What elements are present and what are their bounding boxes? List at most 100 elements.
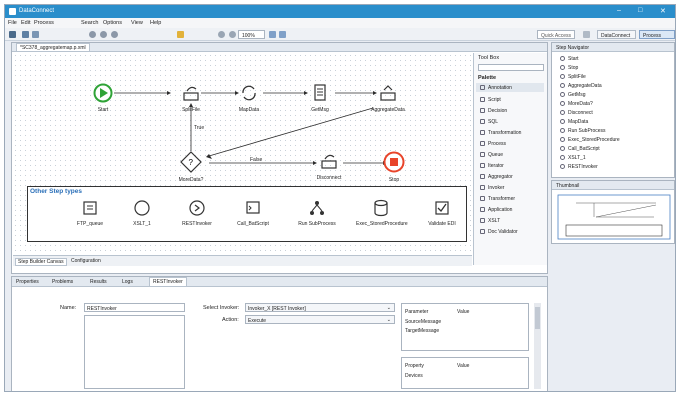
step-moredata[interactable]: ? MoreData? <box>166 151 216 183</box>
annotation-icon <box>480 85 485 90</box>
other-step-xslt[interactable]: XSLT_1 <box>117 199 167 227</box>
nav-item[interactable]: XSLT_1 <box>560 155 586 161</box>
other-step-run-subprocess[interactable]: Run SubProcess <box>292 199 342 227</box>
grid-icon[interactable] <box>269 31 276 38</box>
palette-item-annotation[interactable]: Annotation <box>480 85 512 91</box>
chevron-down-icon: ⌄ <box>386 305 391 311</box>
nav-item[interactable]: Disconnect <box>560 110 593 116</box>
other-step-validate-edi[interactable]: Validate EDI <box>417 199 467 227</box>
thumbnail-tab-bar: Thumbnail <box>552 181 674 190</box>
debug-icon[interactable] <box>100 31 107 38</box>
property-value-header: Value <box>457 363 470 369</box>
menu-edit[interactable]: Edit <box>21 20 30 26</box>
property-row[interactable]: Devices <box>405 373 423 379</box>
zoom-in-icon[interactable] <box>218 31 225 38</box>
action-select[interactable]: Execute ⌄ <box>245 315 395 324</box>
script-icon <box>246 201 260 214</box>
step-getmsg[interactable]: GetMsg <box>295 83 345 113</box>
thumbnail-preview[interactable] <box>556 193 672 241</box>
run-icon[interactable] <box>89 31 96 38</box>
perspective-icon[interactable] <box>583 31 590 38</box>
maximize-button[interactable]: □ <box>638 7 642 14</box>
menu-options[interactable]: Options <box>103 20 122 26</box>
other-step-ftp-queue[interactable]: FTP_queue <box>65 199 115 227</box>
param-row[interactable]: SourceMessage <box>405 319 441 325</box>
other-step-exec-storedprocedure[interactable]: Exec_StoredProcedure <box>356 199 408 227</box>
quick-access-field[interactable]: Quick Access <box>537 30 575 39</box>
new-icon[interactable] <box>9 31 16 38</box>
tab-results[interactable]: Results <box>90 279 107 285</box>
step-builder-canvas[interactable]: True False Start SplitFile MapData GetMs… <box>13 53 472 254</box>
canvas-tab-bar: Step Builder Canvas Configuration <box>13 255 472 266</box>
palette-item-aggregator[interactable]: Aggregator <box>480 174 513 180</box>
nav-item[interactable]: AggregateData <box>560 83 602 89</box>
nav-item[interactable]: Start <box>560 56 579 62</box>
thumbnail-tab[interactable]: Thumbnail <box>556 183 579 189</box>
invoker-select[interactable]: Invoker_X [REST Invoker] ⌄ <box>245 303 395 312</box>
wand-icon[interactable] <box>177 31 184 38</box>
palette-item-xslt[interactable]: XSLT <box>480 218 500 224</box>
step-aggregatedata-label: AggregateData <box>371 107 405 113</box>
palette-item-process[interactable]: Process <box>480 141 506 147</box>
palette-item-invoker[interactable]: Invoker <box>480 185 504 191</box>
menu-file[interactable]: File <box>8 20 17 26</box>
tab-logs[interactable]: Logs <box>122 279 133 285</box>
step-disconnect[interactable]: Disconnect <box>304 151 354 181</box>
zoom-out-icon[interactable] <box>229 31 236 38</box>
open-icon[interactable] <box>22 31 29 38</box>
palette-item-decision[interactable]: Decision <box>480 108 507 114</box>
tab-restinvoker[interactable]: RESTInvoker <box>149 277 187 287</box>
tab-configuration[interactable]: Configuration <box>71 258 101 264</box>
stop-icon[interactable] <box>111 31 118 38</box>
other-step-call-batscript[interactable]: Call_BatScript <box>228 199 278 227</box>
nav-item[interactable]: Call_BatScript <box>560 146 600 152</box>
scrollbar-thumb[interactable] <box>535 307 540 329</box>
palette-item-transformer[interactable]: Transformer <box>480 196 515 202</box>
step-moredata-label: MoreData? <box>178 177 204 183</box>
other-step-restinvoker[interactable]: RESTInvoker <box>172 199 222 227</box>
name-input[interactable]: RESTInvoker <box>84 303 185 312</box>
zoom-combo[interactable]: 100% <box>238 30 265 39</box>
snap-icon[interactable] <box>279 31 286 38</box>
toolbox-filter[interactable] <box>478 64 544 71</box>
nav-item[interactable]: MoreData? <box>560 101 593 107</box>
nav-item[interactable]: MapData <box>560 119 588 125</box>
perspective-process[interactable]: Process <box>639 30 675 39</box>
menu-search[interactable]: Search <box>81 20 98 26</box>
nav-item[interactable]: Stop <box>560 65 578 71</box>
menu-view[interactable]: View <box>131 20 143 26</box>
nav-item[interactable]: Exec_StoredProcedure <box>560 137 620 143</box>
palette-item-sql[interactable]: SQL <box>480 119 498 125</box>
step-start[interactable]: Start <box>78 83 128 113</box>
step-mapdata-label: MapData <box>238 107 260 113</box>
palette-item-transformation[interactable]: Transformation <box>480 130 521 136</box>
tab-step-builder-canvas[interactable]: Step Builder Canvas <box>15 258 67 266</box>
step-splitfile[interactable]: SplitFile <box>166 83 216 113</box>
perspective-dataconnect[interactable]: DataConnect <box>597 30 636 39</box>
tab-problems[interactable]: Problems <box>52 279 73 285</box>
close-button[interactable]: ✕ <box>660 7 666 15</box>
save-icon[interactable] <box>32 31 39 38</box>
nav-item[interactable]: SplitFile <box>560 74 586 80</box>
step-aggregatedata[interactable]: AggregateData <box>363 83 413 113</box>
tab-properties[interactable]: Properties <box>16 279 39 285</box>
param-row[interactable]: TargetMessage <box>405 328 439 334</box>
minimize-button[interactable]: – <box>617 7 621 14</box>
editor-tab[interactable]: *SC378_aggregatemap.p.xml <box>16 43 90 52</box>
menu-help[interactable]: Help <box>150 20 161 26</box>
menu-process[interactable]: Process <box>34 20 54 26</box>
palette-item-script[interactable]: Script <box>480 97 501 103</box>
nav-item[interactable]: RESTInvoker <box>560 164 598 170</box>
step-navigator-tab[interactable]: Step Navigator <box>556 45 589 51</box>
nav-item[interactable]: Run SubProcess <box>560 128 606 134</box>
palette-item-iterator[interactable]: Iterator <box>480 163 504 169</box>
step-stop[interactable]: Stop <box>369 151 419 183</box>
nav-item[interactable]: GetMsg <box>560 92 586 98</box>
palette-item-application[interactable]: Application <box>480 207 512 213</box>
queue-icon <box>83 201 97 215</box>
step-mapdata[interactable]: MapData <box>224 83 274 113</box>
palette-item-doc-validator[interactable]: Doc Validator <box>480 229 518 235</box>
description-textarea[interactable] <box>84 315 185 389</box>
palette-item-queue[interactable]: Queue <box>480 152 503 158</box>
properties-scrollbar[interactable] <box>534 303 541 389</box>
